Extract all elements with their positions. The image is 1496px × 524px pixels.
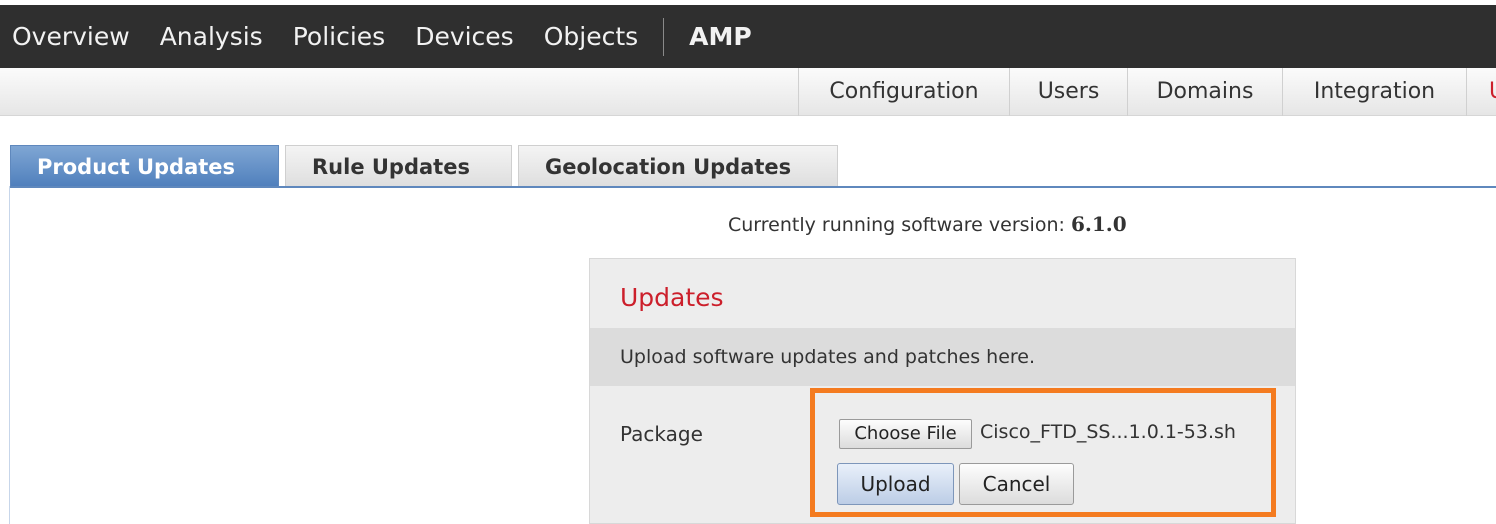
nav-divider	[663, 17, 665, 56]
nav-devices[interactable]: Devices	[400, 5, 529, 68]
nav-analysis[interactable]: Analysis	[145, 5, 278, 68]
sub-navigation: Configuration Users Domains Integration …	[0, 68, 1496, 116]
cancel-button[interactable]: Cancel	[959, 463, 1074, 505]
nav-policies[interactable]: Policies	[278, 5, 400, 68]
subnav-configuration[interactable]: Configuration	[798, 68, 1009, 116]
top-navigation: Overview Analysis Policies Devices Objec…	[0, 0, 1496, 68]
update-tabs: Product Updates Rule Updates Geolocation…	[10, 145, 844, 187]
version-label: Currently running software version:	[728, 214, 1065, 236]
tab-geolocation-updates[interactable]: Geolocation Updates	[518, 145, 838, 187]
software-version: Currently running software version: 6.1.…	[728, 212, 1127, 236]
subnav-users[interactable]: Users	[1009, 68, 1127, 116]
package-label: Package	[620, 422, 703, 446]
subnav-cut-item[interactable]: U	[1466, 68, 1496, 116]
panel-title: Updates	[620, 283, 724, 312]
tab-underline	[10, 186, 1496, 188]
selected-filename: Cisco_FTD_SS...1.0.1-53.sh	[980, 421, 1236, 443]
subnav-integration[interactable]: Integration	[1282, 68, 1466, 116]
nav-amp[interactable]: AMP	[674, 5, 767, 68]
choose-file-button[interactable]: Choose File	[839, 419, 972, 449]
version-value: 6.1.0	[1070, 212, 1127, 236]
panel-description: Upload software updates and patches here…	[620, 346, 1036, 368]
tab-rule-updates[interactable]: Rule Updates	[285, 145, 512, 187]
content-left-border	[9, 186, 10, 524]
upload-button[interactable]: Upload	[837, 463, 954, 505]
nav-objects[interactable]: Objects	[529, 5, 653, 68]
tab-product-updates[interactable]: Product Updates	[10, 145, 279, 187]
description-bar: Upload software updates and patches here…	[590, 328, 1295, 386]
nav-overview[interactable]: Overview	[0, 5, 145, 68]
subnav-domains[interactable]: Domains	[1127, 68, 1282, 116]
